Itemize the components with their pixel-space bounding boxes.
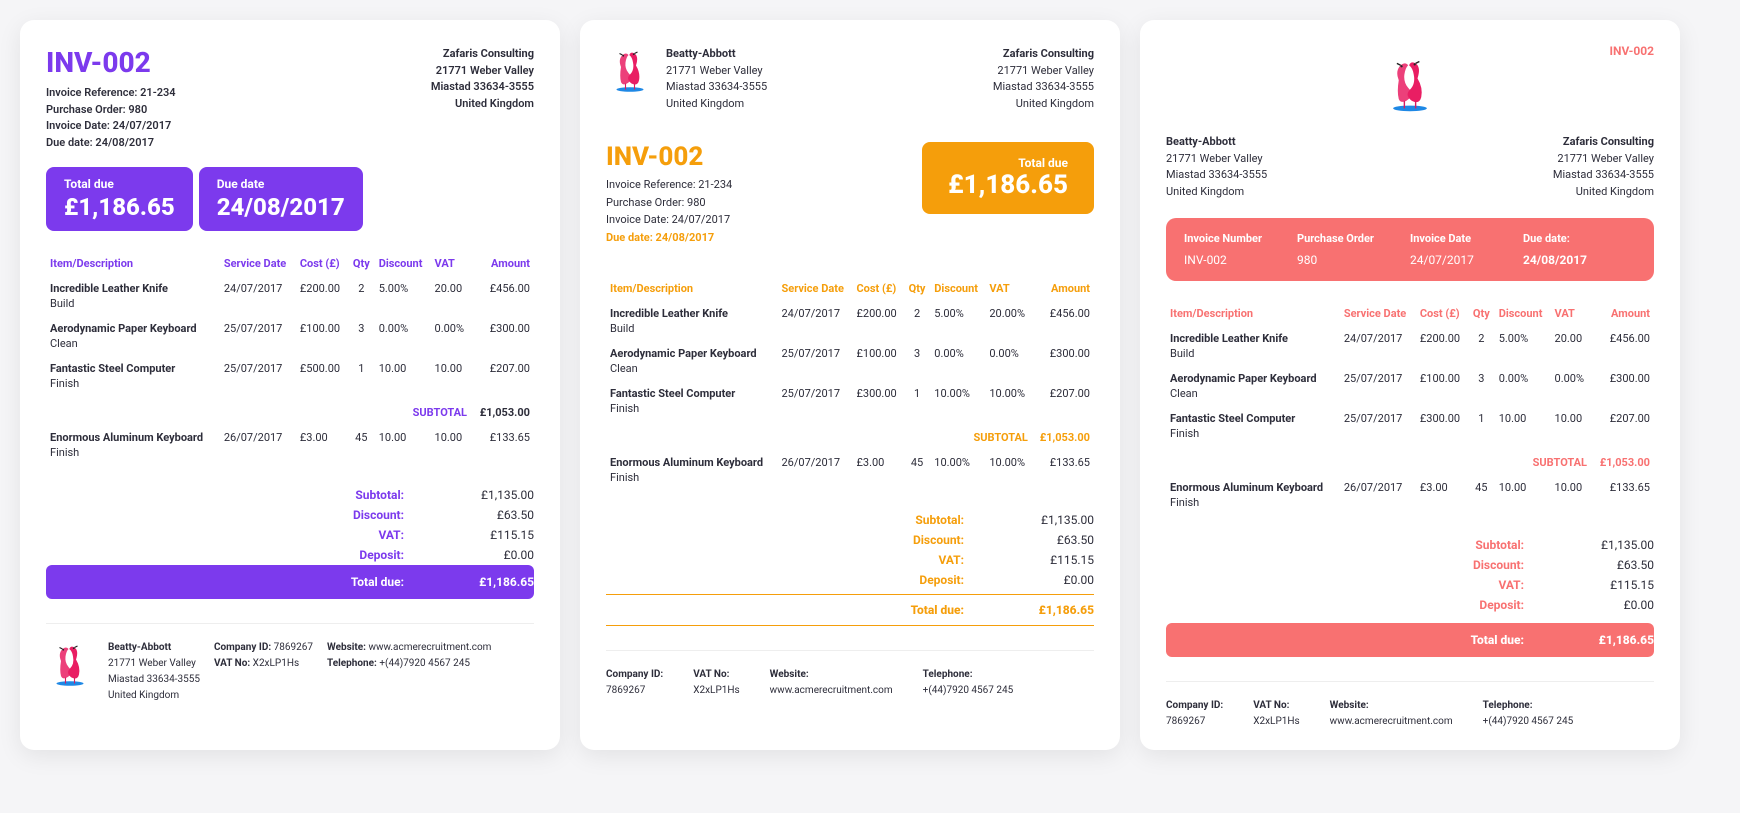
line-items-table: Item/Description Service Date Cost (£) Q… bbox=[1166, 301, 1654, 515]
table-row: Incredible Leather KnifeBuild 24/07/2017… bbox=[606, 301, 1094, 341]
invoice-card-orange: Beatty-Abbott 21771 Weber Valley Miastad… bbox=[580, 20, 1120, 750]
client-address: Zafaris Consulting 21771 Weber Valley Mi… bbox=[993, 46, 1094, 112]
table-row: Fantastic Steel ComputerFinish 25/07/201… bbox=[46, 356, 534, 396]
vendor-address: Beatty-Abbott 21771 Weber Valley Miastad… bbox=[666, 46, 767, 112]
invoice-date: Invoice Date: 24/07/2017 bbox=[46, 118, 176, 135]
subtotal-row: SUBTOTAL £1,053.00 bbox=[606, 421, 1094, 450]
invoice-card-purple: INV-002 Invoice Reference: 21-234 Purcha… bbox=[20, 20, 560, 750]
invoice-number: INV-002 bbox=[606, 142, 732, 172]
table-row: Fantastic Steel ComputerFinish 25/07/201… bbox=[1166, 406, 1654, 446]
subtotal-row: SUBTOTAL £1,053.00 bbox=[1166, 446, 1654, 475]
footer: Company ID:7869267 VAT No:X2xLP1Hs Websi… bbox=[606, 650, 1094, 699]
invoice-number: INV-002 bbox=[46, 46, 176, 79]
footer: Beatty-Abbott 21771 Weber Valley Miastad… bbox=[46, 623, 534, 704]
table-row: Aerodynamic Paper KeyboardClean 25/07/20… bbox=[46, 316, 534, 356]
invoice-card-coral: INV-002 Beatty-Abbott 21771 Weber Valley… bbox=[1140, 20, 1680, 750]
vendor-address: Beatty-Abbott 21771 Weber Valley Miastad… bbox=[1166, 134, 1267, 200]
invoice-info-band: Invoice NumberINV-002 Purchase Order980 … bbox=[1166, 218, 1654, 281]
invoice-reference: Invoice Reference: 21-234 bbox=[46, 85, 176, 102]
due-date-box: Due date 24/08/2017 bbox=[199, 167, 363, 231]
subtotal-row: SUBTOTAL £1,053.00 bbox=[46, 396, 534, 425]
line-items-table: Item/Description Service Date Cost (£) Q… bbox=[606, 276, 1094, 490]
table-row: Fantastic Steel ComputerFinish 25/07/201… bbox=[606, 381, 1094, 421]
due-date: Due date: 24/08/2017 bbox=[46, 135, 176, 152]
table-row: Enormous Aluminum KeyboardFinish 26/07/2… bbox=[46, 425, 534, 465]
invoice-number: INV-002 bbox=[1609, 44, 1654, 58]
flamingo-icon bbox=[46, 640, 94, 691]
table-row: Incredible Leather KnifeBuild 24/07/2017… bbox=[1166, 326, 1654, 366]
totals: Subtotal:£1,135.00 Discount:£63.50 VAT:£… bbox=[46, 485, 534, 599]
line-items-table: Item/Description Service Date Cost (£) Q… bbox=[46, 251, 534, 465]
client-address: Zafaris Consulting 21771 Weber Valley Mi… bbox=[1553, 134, 1654, 200]
client-address: Zafaris Consulting 21771 Weber Valley Mi… bbox=[431, 46, 534, 151]
table-row: Aerodynamic Paper KeyboardClean 25/07/20… bbox=[1166, 366, 1654, 406]
table-row: Enormous Aluminum KeyboardFinish 26/07/2… bbox=[1166, 475, 1654, 515]
totals: Subtotal:£1,135.00 Discount:£63.50 VAT:£… bbox=[1166, 535, 1654, 657]
table-row: Enormous Aluminum KeyboardFinish 26/07/2… bbox=[606, 450, 1094, 490]
totals: Subtotal:£1,135.00 Discount:£63.50 VAT:£… bbox=[606, 510, 1094, 626]
flamingo-icon bbox=[606, 46, 654, 112]
table-row: Aerodynamic Paper KeyboardClean 25/07/20… bbox=[606, 341, 1094, 381]
total-due-box: Total due £1,186.65 bbox=[46, 167, 193, 231]
flamingo-icon bbox=[1166, 54, 1654, 114]
total-due-box: Total due £1,186.65 bbox=[922, 142, 1094, 214]
vendor-address: Beatty-Abbott 21771 Weber Valley Miastad… bbox=[108, 640, 200, 704]
purchase-order: Purchase Order: 980 bbox=[46, 102, 176, 119]
footer: Company ID:7869267 VAT No:X2xLP1Hs Websi… bbox=[1166, 681, 1654, 730]
table-row: Incredible Leather KnifeBuild 24/07/2017… bbox=[46, 276, 534, 316]
